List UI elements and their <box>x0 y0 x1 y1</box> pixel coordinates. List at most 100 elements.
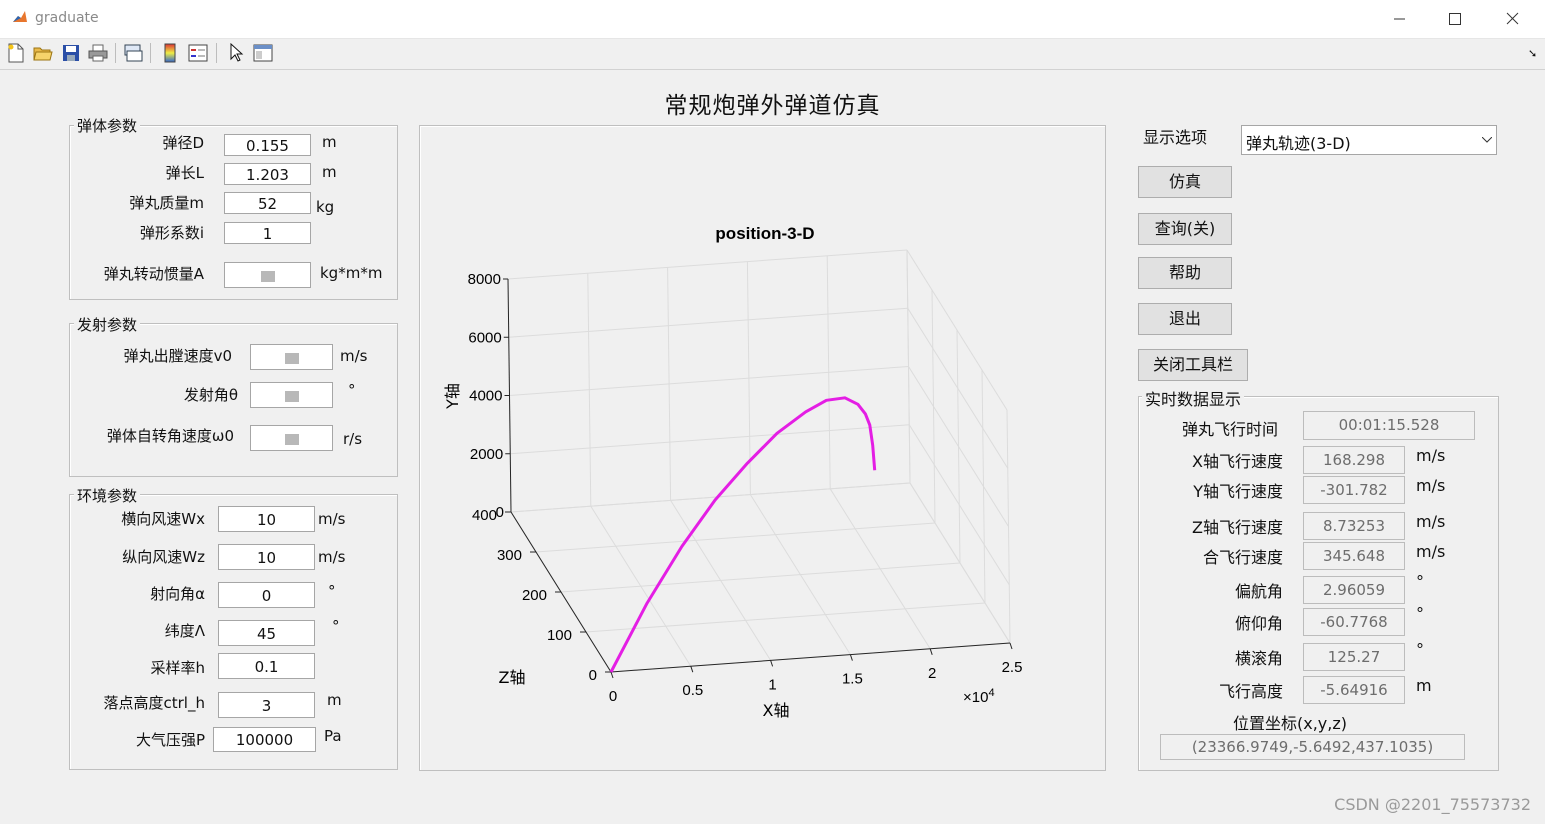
y-tick-label: 6000 <box>468 329 501 346</box>
latitude-input[interactable]: 45 <box>218 620 315 646</box>
x-tick-label: 1.5 <box>842 671 863 688</box>
display-option-dropdown[interactable]: 弹丸轨迹(3-D) <box>1241 125 1497 155</box>
x-tick <box>849 654 853 661</box>
trajectory-3d-plot[interactable]: 0 0.5 1 1.5 2 2.50200040006000800001002003004… <box>420 126 1105 770</box>
crosswind-input[interactable]: 10 <box>218 506 315 532</box>
y-tick-label: 8000 <box>468 271 501 288</box>
close-button[interactable] <box>1489 4 1535 34</box>
matlab-app-icon <box>11 9 29 27</box>
colorbar-icon[interactable] <box>158 41 182 65</box>
headwind-input[interactable]: 10 <box>218 544 315 570</box>
save-icon[interactable] <box>59 41 83 65</box>
realtime-row-unit: m/s <box>1416 512 1446 531</box>
pressure-label: 大气压强P <box>135 731 205 749</box>
pressure-input[interactable]: 100000 <box>213 727 316 752</box>
link-figure-icon[interactable] <box>121 41 145 65</box>
env-panel-title: 环境参数 <box>74 485 141 506</box>
query-button[interactable]: 查询(关) <box>1138 213 1232 245</box>
redacted-value-blur <box>284 353 299 364</box>
mass-label: 弹丸质量m <box>129 194 204 212</box>
realtime-row-value: 8.73253 <box>1303 512 1405 540</box>
redacted-value-blur <box>284 391 299 402</box>
x-axis-exponent: ×104 <box>963 687 995 706</box>
realtime-row-label: 俯仰角 <box>1234 614 1283 633</box>
pointer-icon[interactable] <box>224 41 248 65</box>
inertia-unit: kg*m*m <box>320 264 383 282</box>
realtime-row-unit: ° <box>1416 572 1424 591</box>
inertia-input[interactable] <box>224 262 311 288</box>
legend-icon[interactable] <box>186 41 210 65</box>
diameter-input[interactable]: 0.155 <box>224 134 311 156</box>
spin-rate-input[interactable] <box>250 425 333 451</box>
launch-angle-label: 发射角θ <box>183 386 238 404</box>
property-editor-icon[interactable] <box>251 41 275 65</box>
realtime-row-label: 横滚角 <box>1234 649 1283 668</box>
mass-input[interactable]: 52 <box>224 192 311 214</box>
muzzle-velocity-unit: m/s <box>340 347 368 365</box>
redacted-value-blur <box>284 434 299 445</box>
x-tick <box>929 648 933 655</box>
crosswind-label: 横向风速Wx <box>121 510 205 528</box>
print-icon[interactable] <box>86 41 110 65</box>
latitude-unit: ° <box>332 617 340 635</box>
title-bar: graduate <box>0 0 1545 39</box>
x-tick <box>690 666 694 673</box>
realtime-row-label: 偏航角 <box>1234 582 1283 601</box>
realtime-row-unit: m/s <box>1416 476 1446 495</box>
muzzle-velocity-input[interactable] <box>250 344 333 370</box>
length-input[interactable]: 1.203 <box>224 163 311 185</box>
exit-button[interactable]: 退出 <box>1138 303 1232 335</box>
x-tick-label: 1 <box>768 676 776 693</box>
watermark: CSDN @2201_75573732 <box>1334 795 1531 814</box>
launch-angle-input[interactable] <box>250 382 333 408</box>
x-axis-label: X轴 <box>763 701 790 720</box>
help-button[interactable]: 帮助 <box>1138 257 1232 289</box>
shape-coef-input[interactable]: 1 <box>224 222 311 244</box>
plot-grid <box>507 249 1011 673</box>
latitude-label: 纬度Λ <box>164 622 205 640</box>
simulate-button[interactable]: 仿真 <box>1138 166 1232 198</box>
grid-line <box>535 522 936 553</box>
toolbar-dock-arrow-icon[interactable]: ➘ <box>1528 47 1537 60</box>
headwind-unit: m/s <box>318 548 346 566</box>
realtime-row-value: -60.7768 <box>1303 608 1405 636</box>
minimize-button[interactable] <box>1376 4 1422 34</box>
sample-rate-input[interactable]: 0.1 <box>218 653 315 679</box>
realtime-row-value: 168.298 <box>1303 446 1405 474</box>
toolbar-separator <box>115 43 116 63</box>
y-axis-label: Y轴 <box>443 383 462 410</box>
plot-panel: 0 0.5 1 1.5 2 2.5 0 2000 4000 6000 8000 0 100 200 300 4… <box>419 125 1106 771</box>
y-tick-label: 4000 <box>469 388 502 405</box>
flight-time-value: 00:01:15.528 <box>1303 411 1475 440</box>
z-tick-label: 300 <box>497 547 522 564</box>
figure-toolbar: ➘ <box>0 39 1545 70</box>
maximize-button[interactable] <box>1432 4 1478 34</box>
impact-height-label: 落点高度ctrl_h <box>103 694 205 712</box>
headwind-label: 纵向风速Wz <box>122 548 205 566</box>
chevron-down-icon[interactable] <box>1478 126 1496 154</box>
x-tick <box>770 660 774 667</box>
z-tick-label: 200 <box>522 587 547 604</box>
realtime-row-label: 飞行高度 <box>1218 682 1283 701</box>
grid-line <box>1006 409 1011 644</box>
spin-rate-label: 弹体自转角速度ω0 <box>106 427 234 445</box>
redacted-value-blur <box>260 271 275 282</box>
new-file-icon[interactable] <box>4 41 28 65</box>
open-folder-icon[interactable] <box>31 41 55 65</box>
launch-panel-title: 发射参数 <box>74 314 141 335</box>
diameter-label: 弹径D <box>162 134 204 152</box>
realtime-row-unit: m/s <box>1416 446 1446 465</box>
impact-height-input[interactable]: 3 <box>218 692 315 718</box>
realtime-row-value: 2.96059 <box>1303 576 1405 604</box>
close-toolbar-button[interactable]: 关闭工具栏 <box>1138 349 1248 381</box>
display-option-selected: 弹丸轨迹(3-D) <box>1246 134 1351 153</box>
azimuth-input[interactable]: 0 <box>218 582 315 608</box>
length-unit: m <box>322 163 337 181</box>
realtime-row-label: X轴飞行速度 <box>1192 452 1283 471</box>
flight-time-label: 弹丸飞行时间 <box>1181 420 1278 439</box>
plot-ticks: 0 0.5 1 1.5 2 2.50200040006000800001002003004… <box>468 271 1023 705</box>
azimuth-unit: ° <box>328 582 336 600</box>
realtime-row-value: -301.782 <box>1303 476 1405 504</box>
realtime-row-unit: ° <box>1416 640 1424 659</box>
z-axis-label: Z轴 <box>499 668 526 687</box>
